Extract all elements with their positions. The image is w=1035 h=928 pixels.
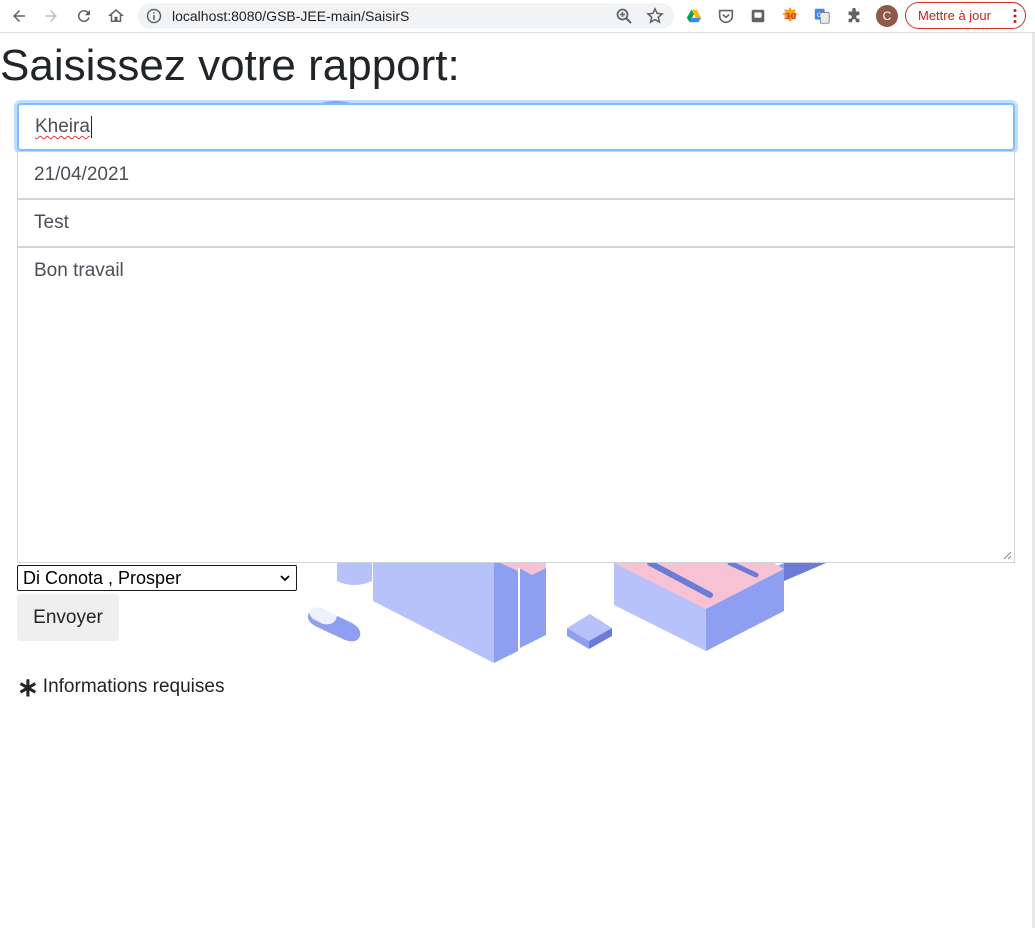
practitioner-select-value: Di Conota , Prosper <box>23 567 182 588</box>
date-input-value: 21/04/2021 <box>34 164 130 185</box>
info-icon[interactable] <box>146 8 162 24</box>
subject-input[interactable]: Test <box>17 199 1015 247</box>
home-icon[interactable] <box>105 5 127 27</box>
url-text[interactable]: localhost:8080/GSB-JEE-main/SaisirS <box>172 8 409 24</box>
extensions-puzzle-icon[interactable] <box>844 6 864 26</box>
practitioner-select[interactable]: Di Conota , Prosper <box>17 565 297 591</box>
reload-icon[interactable] <box>73 5 95 27</box>
submit-button-label: Envoyer <box>33 606 103 628</box>
date-input[interactable]: 21/04/2021 <box>17 151 1015 199</box>
report-textarea-value: Bon travail <box>34 260 124 281</box>
subject-input-value: Test <box>34 212 69 233</box>
address-bar[interactable]: localhost:8080/GSB-JEE-main/SaisirS <box>138 3 674 29</box>
submit-button[interactable]: Envoyer <box>17 594 119 641</box>
text-caret <box>90 116 92 138</box>
more-vert-icon <box>1013 9 1017 23</box>
asterisk-icon: ∗ <box>17 672 39 702</box>
pocket-icon[interactable] <box>716 6 736 26</box>
required-note-text: Informations requises <box>42 676 225 697</box>
svg-text:G: G <box>817 12 822 19</box>
browser-toolbar: localhost:8080/GSB-JEE-main/SaisirS 30 G… <box>0 0 1035 33</box>
chevron-down-icon <box>280 575 290 582</box>
update-button[interactable]: Mettre à jour <box>905 2 1026 29</box>
name-input[interactable]: Kheira <box>17 103 1015 151</box>
zoom-icon[interactable] <box>615 7 633 25</box>
forward-icon[interactable] <box>40 5 62 27</box>
google-translate-icon[interactable]: G <box>812 6 832 26</box>
report-textarea[interactable]: Bon travail <box>17 247 1015 563</box>
page-title: Saisissez votre rapport: <box>0 41 460 90</box>
back-icon[interactable] <box>8 5 30 27</box>
honey-icon[interactable]: 30 <box>780 6 800 26</box>
required-note: ∗ Informations requises <box>17 672 225 702</box>
svg-text:30: 30 <box>785 12 797 21</box>
update-button-label: Mettre à jour <box>918 8 991 23</box>
name-input-value: Kheira <box>35 116 90 137</box>
bookmark-star-icon[interactable] <box>646 7 664 25</box>
profile-avatar[interactable]: C <box>876 5 898 27</box>
resize-handle-icon[interactable] <box>1002 550 1012 560</box>
google-drive-icon[interactable] <box>684 6 704 26</box>
extension-box-icon[interactable] <box>748 6 768 26</box>
